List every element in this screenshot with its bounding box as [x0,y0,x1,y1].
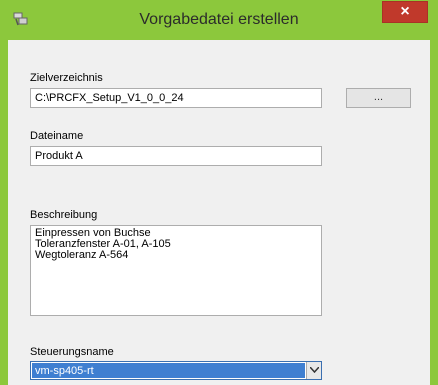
dialog-window: Vorgabedatei erstellen × Zielverzeichnis… [0,0,438,385]
description-label: Beschreibung [30,209,98,221]
dropdown-arrow[interactable] [306,362,321,379]
controller-selected-value: vm-sp405-rt [32,363,305,378]
controller-select[interactable]: vm-sp405-rt [30,361,322,380]
title-bar[interactable]: Vorgabedatei erstellen × [0,0,438,40]
chevron-down-icon [310,367,319,373]
description-line: Wegtoleranz A-564 [35,249,129,261]
close-icon: × [400,3,410,20]
dialog-body: Zielverzeichnis C:\PRCFX_Setup_V1_0_0_24… [8,40,430,385]
target-dir-input[interactable]: C:\PRCFX_Setup_V1_0_0_24 [30,88,322,108]
browse-button[interactable]: ... [346,88,411,108]
target-dir-label: Zielverzeichnis [30,72,103,84]
description-textarea[interactable]: Einpressen von Buchse Toleranzfenster A-… [30,225,322,316]
close-button[interactable]: × [382,1,428,23]
filename-input[interactable]: Produkt A [30,146,322,166]
controller-label: Steuerungsname [30,346,114,358]
filename-label: Dateiname [30,130,84,142]
window-title: Vorgabedatei erstellen [139,11,299,28]
